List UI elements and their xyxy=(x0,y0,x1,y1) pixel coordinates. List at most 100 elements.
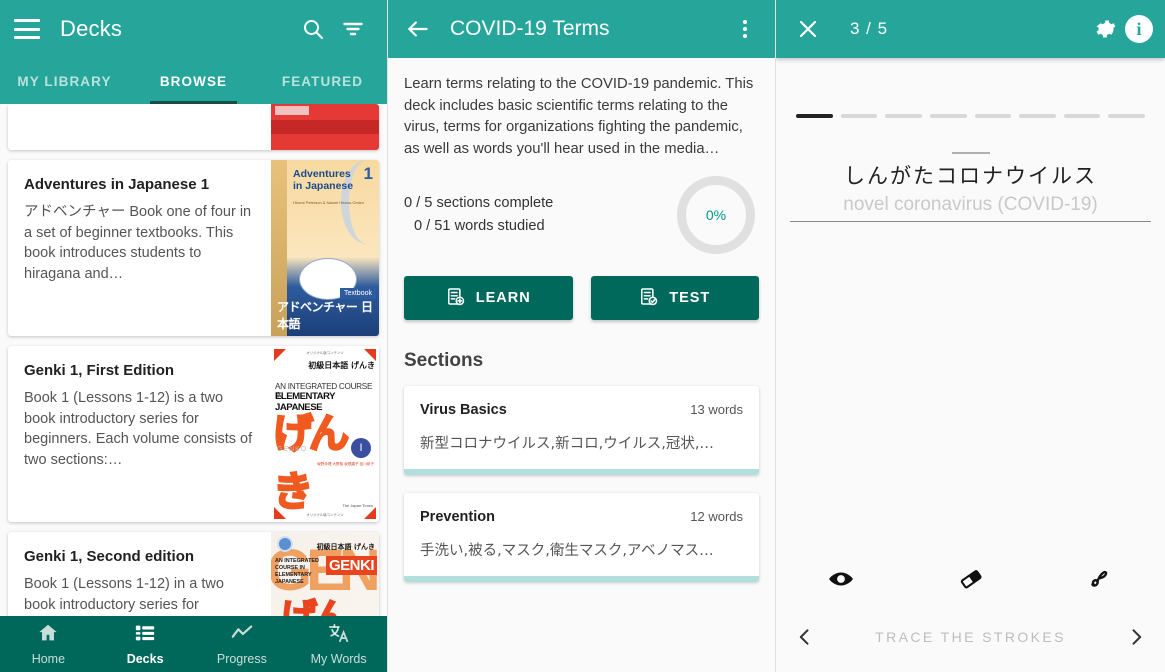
close-x-icon[interactable] xyxy=(788,9,828,49)
decks-panel: Decks MY LIBRARY BROWSE FEATURED Adventu… xyxy=(0,0,388,672)
bottom-nav-progress[interactable]: Progress xyxy=(194,622,291,666)
deck-card-body: Genki 1, Second edition Book 1 (Lessons … xyxy=(8,532,271,616)
cover-japanese-title: アドベンチャー 日本語 xyxy=(277,300,373,331)
app-root: Decks MY LIBRARY BROWSE FEATURED Adventu… xyxy=(0,0,1165,672)
deck-list-scroll[interactable]: Adventures in Japanese 1 アドベンチャー Book on… xyxy=(0,104,387,616)
bottom-nav-label: My Words xyxy=(310,652,367,666)
section-name: Prevention xyxy=(420,509,495,526)
card-reading-block: しんがたコロナウイルス novel coronavirus (COVID-19) xyxy=(776,152,1165,222)
deck-card-description: Book 1 (Lessons 1-12) in a two book intr… xyxy=(24,576,224,613)
home-icon xyxy=(37,622,59,649)
note-check-icon xyxy=(639,287,658,310)
deck-card-peek[interactable] xyxy=(8,104,379,150)
section-name: Virus Basics xyxy=(420,402,507,419)
note-add-icon xyxy=(446,287,465,310)
cover-title: GENKI xyxy=(325,556,377,575)
cover-kana-title: げんき xyxy=(280,588,379,616)
deck-card-title: Genki 1, Second edition xyxy=(24,548,195,565)
gear-icon[interactable] xyxy=(1085,9,1125,49)
cover-microtext: オリジナル版コンテンツ xyxy=(306,351,344,355)
deck-card-body: Genki 1, First Edition Book 1 (Lessons 1… xyxy=(8,346,271,522)
deck-card-genki-1-first-edition[interactable]: Genki 1, First Edition Book 1 (Lessons 1… xyxy=(8,346,379,522)
bottom-navigation: Home Decks Progress My Words xyxy=(0,616,387,672)
progress-ring: 0% xyxy=(677,176,755,255)
decks-list-icon xyxy=(134,622,156,649)
trace-tool-row xyxy=(776,566,1165,597)
search-icon[interactable] xyxy=(293,9,333,49)
tab-featured[interactable]: FEATURED xyxy=(258,58,387,104)
bottom-nav-home[interactable]: Home xyxy=(0,622,97,666)
segment xyxy=(840,114,878,118)
section-card-header: Virus Basics 13 words xyxy=(404,386,759,418)
segment xyxy=(974,114,1012,118)
section-word-preview: 手洗い,被る,マスク,衛生マスク,アベノマス… xyxy=(420,543,714,560)
decks-page-title: Decks xyxy=(60,16,123,41)
bottom-nav-label: Home xyxy=(31,652,66,666)
deck-card-genki-1-second-edition[interactable]: Genki 1, Second edition Book 1 (Lessons … xyxy=(8,532,379,616)
hamburger-menu-icon[interactable] xyxy=(14,19,40,39)
segment xyxy=(1019,114,1056,118)
cover-microtext: オリジナル版コンテンツ xyxy=(306,513,344,517)
section-card-prevention[interactable]: Prevention 12 words 手洗い,被る,マスク,衛生マスク,アベノ… xyxy=(404,493,759,583)
cover-detail xyxy=(271,120,379,134)
section-card-header: Prevention 12 words xyxy=(404,493,759,525)
cover-detail xyxy=(275,106,309,115)
deck-stats-row: 0 / 5 sections complete 0 / 51 words stu… xyxy=(388,160,775,255)
bottom-nav-label: Progress xyxy=(216,652,267,666)
section-card-virus-basics[interactable]: Virus Basics 13 words 新型コロナウイルス,新コロ,ウイルス… xyxy=(404,386,759,476)
cover-decoration xyxy=(274,349,286,361)
trace-panel: 3 / 5 i しんがたコロナウイルス novel coronavirus (C… xyxy=(776,0,1165,672)
deck-detail-title: COVID-19 Terms xyxy=(450,17,610,40)
deck-description: Learn terms relating to the COVID-19 pan… xyxy=(404,76,754,157)
decks-appbar: Decks xyxy=(0,0,387,58)
detail-appbar: COVID-19 Terms xyxy=(388,0,775,58)
deck-detail-panel: COVID-19 Terms Learn terms relating to t… xyxy=(388,0,776,672)
info-icon[interactable]: i xyxy=(1125,15,1153,43)
reading-divider xyxy=(951,152,990,154)
segment xyxy=(929,114,967,118)
stroke-progress-segments xyxy=(776,58,1165,118)
bottom-nav-label: Decks xyxy=(126,652,164,666)
deck-card-adventures-in-japanese-1[interactable]: Adventures in Japanese 1 アドベンチャー Book on… xyxy=(8,160,379,336)
draw-tool-button[interactable] xyxy=(1035,566,1165,597)
cover-kana-title: げんき xyxy=(272,410,351,517)
cover-publisher: The Japan Times xyxy=(342,503,373,508)
cover-cd-icon xyxy=(277,536,293,552)
segment xyxy=(1063,114,1101,118)
back-arrow-icon[interactable] xyxy=(398,9,438,49)
segment xyxy=(885,114,922,118)
kebab-menu-icon[interactable] xyxy=(725,9,765,49)
test-button[interactable]: TEST xyxy=(590,276,759,321)
filter-icon[interactable] xyxy=(333,9,373,49)
chevron-right-icon[interactable] xyxy=(1119,620,1153,654)
card-reading: しんがたコロナウイルス xyxy=(844,164,1097,188)
chevron-left-icon[interactable] xyxy=(788,620,822,654)
card-divider-rule xyxy=(790,221,1151,222)
segment xyxy=(1108,114,1145,118)
cover-volume-badge: I xyxy=(351,438,371,458)
segment xyxy=(796,114,833,118)
card-counter: 3 / 5 xyxy=(850,19,889,38)
deck-card-body: Adventures in Japanese 1 アドベンチャー Book on… xyxy=(8,160,271,336)
cover-japanese-title: 初級日本語 げんき xyxy=(316,543,375,551)
progress-percent-label: 0% xyxy=(705,207,727,224)
deck-card-description: アドベンチャー Book one of four in a set of beg… xyxy=(24,204,252,282)
learn-button-label: LEARN xyxy=(475,290,531,307)
trace-appbar: 3 / 5 i xyxy=(776,0,1165,58)
deck-card-description: Book 1 (Lessons 1-12) is a two book intr… xyxy=(24,390,253,468)
bottom-nav-my-words[interactable]: My Words xyxy=(290,622,387,666)
kebab-dots xyxy=(734,18,756,40)
tab-browse[interactable]: BROWSE xyxy=(129,58,258,104)
learn-button[interactable]: LEARN xyxy=(404,276,573,321)
tab-my-library[interactable]: MY LIBRARY xyxy=(0,58,129,104)
bottom-nav-decks[interactable]: Decks xyxy=(97,622,194,666)
erase-tool-button[interactable] xyxy=(906,566,1036,597)
deck-cover-image: GEN 初級日本語 げんき AN INTEGRATED COURSE IN EL… xyxy=(271,532,379,616)
stroke-squiggle-icon xyxy=(1087,566,1113,597)
reveal-tool-button[interactable] xyxy=(776,566,906,597)
cover-title: Adventures in Japanese xyxy=(293,168,354,193)
trace-footer-nav: TRACE THE STROKES xyxy=(776,620,1165,654)
trace-instruction-label: TRACE THE STROKES xyxy=(875,629,1066,645)
deck-cover-image: 1 Adventures in Japanese Hiromi Peterson… xyxy=(271,160,379,336)
decks-tabs: MY LIBRARY BROWSE FEATURED xyxy=(0,58,387,104)
